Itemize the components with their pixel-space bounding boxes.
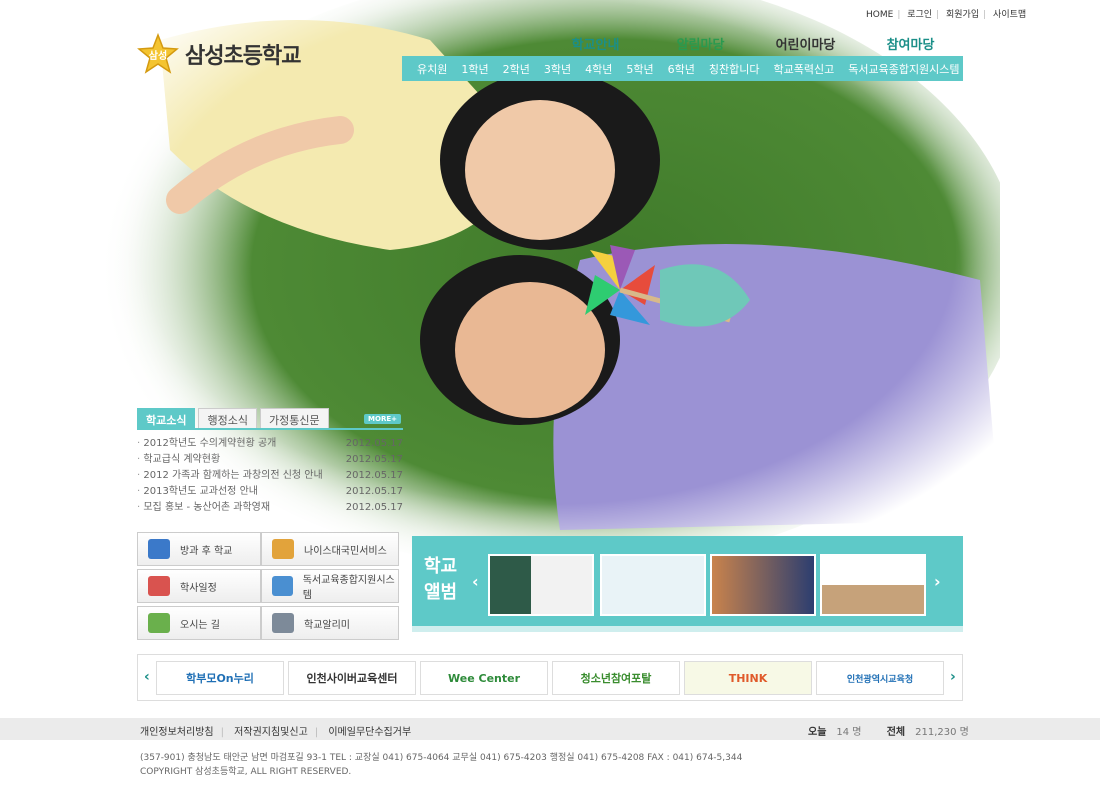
list-item[interactable]: 학교급식 계약현황 2012.05.17	[137, 452, 403, 468]
news-title[interactable]: 2012학년도 수의계약현황 공개	[137, 436, 276, 452]
list-item[interactable]: 2013학년도 교과선정 안내 2012.05.17	[137, 484, 403, 500]
news-date: 2012.05.17	[345, 486, 403, 497]
after-school-button[interactable]: 방과 후 학교	[137, 532, 261, 566]
today-label: 오늘	[808, 727, 827, 738]
news-title[interactable]: 2013학년도 교과선정 안내	[137, 484, 258, 500]
utility-links: HOME | 로그인 | 회원가입 | 사이트맵	[866, 10, 1027, 20]
tab-newsletter[interactable]: 가정통신문	[259, 408, 329, 428]
nav-participation[interactable]: 참여마당	[858, 34, 963, 53]
news-panel: 학교소식 행정소식 가정통신문 MORE+ 2012학년도 수의계약현황 공개2…	[137, 408, 403, 516]
tv-icon	[148, 539, 170, 559]
nav-school-info[interactable]: 학교안내	[543, 34, 648, 53]
tab-admin-news[interactable]: 행정소식	[198, 408, 257, 428]
quick-label: 독서교육종합지원시스템	[302, 575, 395, 601]
nav-notice[interactable]: 알림마당	[648, 34, 753, 53]
subnav-praise[interactable]: 칭찬합니다	[709, 61, 760, 77]
album-photo[interactable]	[488, 554, 594, 616]
total-count: 211,230 명	[915, 727, 969, 738]
copyright-link[interactable]: 저작권지침및신고	[234, 727, 308, 738]
phone-icon	[272, 613, 294, 633]
subnav-reading-system[interactable]: 독서교육종합지원시스템	[848, 61, 959, 77]
quick-label: 학교알리미	[304, 619, 350, 631]
subnav-violence-report[interactable]: 학교폭력신고	[773, 61, 834, 77]
login-link[interactable]: 로그인	[907, 10, 932, 20]
copyright-text: COPYRIGHT 삼성초등학교, ALL RIGHT RESERVED.	[140, 767, 352, 777]
news-date: 2012.05.17	[345, 454, 403, 465]
news-list: 2012학년도 수의계약현황 공개2012.05.17 학교급식 계약현황201…	[137, 436, 403, 516]
nav-kids[interactable]: 어린이마당	[753, 34, 858, 53]
directions-button[interactable]: 오시는 길	[137, 606, 261, 640]
chart-icon	[148, 576, 170, 596]
banner-incheon-office[interactable]: 인천광역시교육청	[816, 661, 944, 695]
address-text: (357-901) 충청남도 태안군 남면 마검포길 93-1 TEL : 교장…	[140, 753, 743, 763]
books-icon	[272, 576, 293, 596]
today-count: 14 명	[836, 727, 862, 738]
tab-school-news[interactable]: 학교소식	[137, 408, 196, 428]
schedule-button[interactable]: 학사일정	[137, 569, 261, 603]
privacy-link[interactable]: 개인정보처리방침	[140, 727, 214, 738]
list-item[interactable]: 2012 가족과 함께하는 과창의전 신청 안내 2012.05.17	[137, 468, 403, 484]
album-photo[interactable]	[820, 554, 926, 616]
banner-youth-portal[interactable]: 청소년참여포탈	[552, 661, 680, 695]
news-date: 2012.05.17	[345, 438, 403, 449]
subnav-kindergarten[interactable]: 유치원	[417, 61, 447, 77]
list-item[interactable]: 2012학년도 수의계약현황 공개 2012.05.17	[137, 436, 403, 452]
reading-system-button[interactable]: 독서교육종합지원시스템	[261, 569, 399, 603]
home-link[interactable]: HOME	[866, 10, 893, 20]
album-photo[interactable]	[710, 554, 816, 616]
quick-label: 학사일정	[180, 582, 217, 594]
news-title[interactable]: 2012 가족과 함께하는 과창의전 신청 안내	[137, 468, 322, 484]
album-prev-button[interactable]: ‹	[472, 572, 479, 591]
news-tabs: 학교소식 행정소식 가정통신문 MORE+	[137, 408, 403, 430]
subnav-grade-1[interactable]: 1학년	[461, 61, 488, 77]
signup-link[interactable]: 회원가입	[946, 10, 979, 20]
subnav-grade-4[interactable]: 4학년	[585, 61, 612, 77]
visitor-stats: 오늘 14 명 전체 211,230 명	[808, 723, 969, 738]
school-album: 학교 앨범 ‹ ›	[412, 536, 963, 632]
more-button[interactable]: MORE+	[364, 414, 401, 424]
subnav-grade-5[interactable]: 5학년	[626, 61, 653, 77]
chat-icon	[272, 539, 294, 559]
school-logo[interactable]: 삼성 삼성초등학교	[137, 32, 301, 75]
banner-next-button[interactable]: ›	[950, 669, 956, 685]
news-title[interactable]: 모집 홍보 - 농산어촌 과학영재	[137, 500, 270, 516]
sitemap-link[interactable]: 사이트맵	[993, 10, 1026, 20]
list-item[interactable]: 모집 홍보 - 농산어촌 과학영재 2012.05.17	[137, 500, 403, 516]
quick-label: 방과 후 학교	[180, 545, 233, 557]
main-nav: 학교안내 알림마당 어린이마당 참여마당	[543, 34, 963, 53]
album-photo[interactable]	[600, 554, 706, 616]
album-title: 학교 앨범	[424, 556, 458, 603]
banner-think[interactable]: THINK	[684, 661, 812, 695]
news-title[interactable]: 학교급식 계약현황	[137, 452, 220, 468]
quick-label: 오시는 길	[180, 619, 220, 631]
subnav-grade-2[interactable]: 2학년	[503, 61, 530, 77]
banner-prev-button[interactable]: ‹	[144, 669, 150, 685]
footer-address: (357-901) 충청남도 태안군 남면 마검포길 93-1 TEL : 교장…	[140, 751, 742, 779]
banner-strip: ‹ 학부모On누리 인천사이버교육센터 Wee Center 청소년참여포탈 T…	[137, 654, 963, 701]
banner-cyber-education[interactable]: 인천사이버교육센터	[288, 661, 416, 695]
map-icon	[148, 613, 170, 633]
banner-wee-center[interactable]: Wee Center	[420, 661, 548, 695]
album-next-button[interactable]: ›	[934, 572, 941, 591]
footer-links: 개인정보처리방침 | 저작권지침및신고 | 이메일무단수집거부	[140, 727, 412, 738]
school-info-button[interactable]: 학교알리미	[261, 606, 399, 640]
banner-parents-portal[interactable]: 학부모On누리	[156, 661, 284, 695]
logo-badge-text: 삼성	[148, 51, 168, 62]
quick-label: 나이스대국민서비스	[304, 545, 387, 557]
subnav-grade-3[interactable]: 3학년	[544, 61, 571, 77]
sub-nav: 유치원 1학년 2학년 3학년 4학년 5학년 6학년 칭찬합니다 학교폭력신고…	[402, 56, 963, 81]
email-policy-link[interactable]: 이메일무단수집거부	[328, 727, 411, 738]
school-name: 삼성초등학교	[185, 44, 301, 69]
neis-service-button[interactable]: 나이스대국민서비스	[261, 532, 399, 566]
subnav-grade-6[interactable]: 6학년	[668, 61, 695, 77]
star-logo-icon: 삼성	[137, 32, 179, 75]
news-date: 2012.05.17	[345, 470, 403, 481]
news-date: 2012.05.17	[345, 502, 403, 513]
total-label: 전체	[886, 727, 906, 738]
